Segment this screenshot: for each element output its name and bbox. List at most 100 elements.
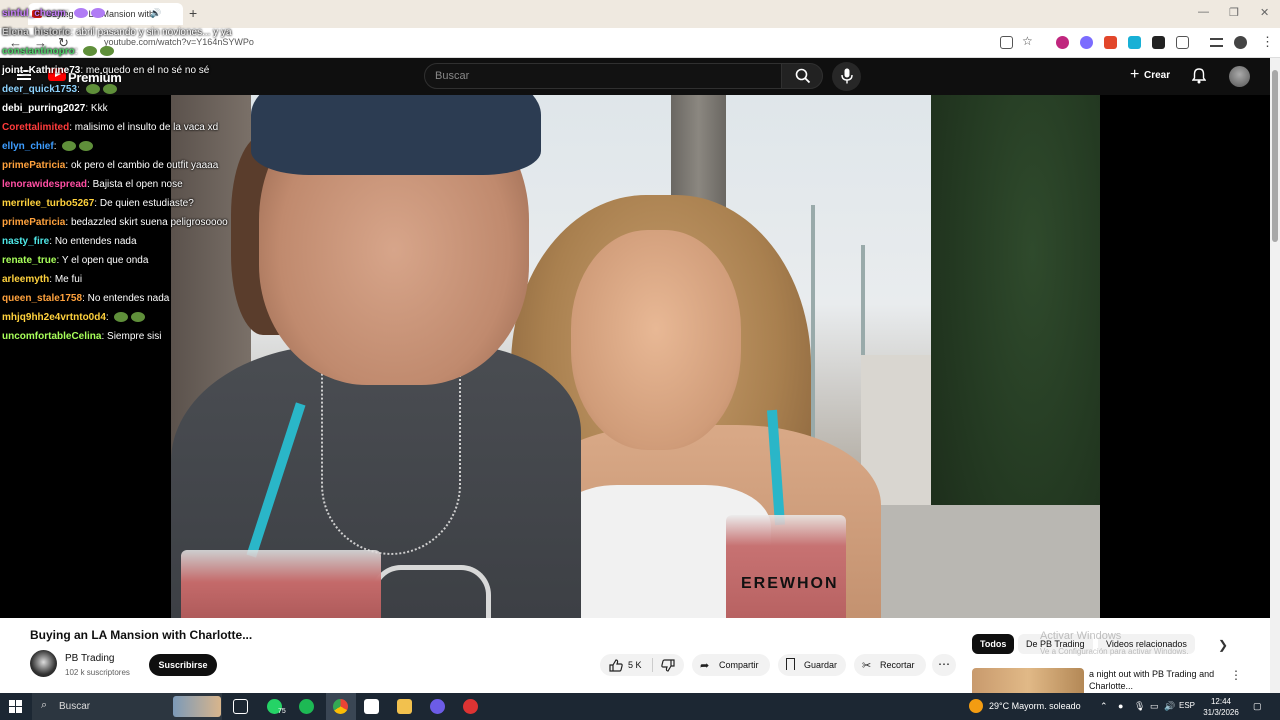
cup-label: EREWHON (741, 575, 839, 592)
filter-chip[interactable]: Todos (972, 634, 1015, 654)
chat-username[interactable]: arleemyth (2, 274, 49, 285)
chat-username[interactable]: Elena_historic (2, 27, 70, 38)
bookmark-star-icon[interactable]: ☆ (1022, 34, 1033, 48)
chat-message: merrilee_turbo5267: De quien estudiaste? (2, 198, 194, 209)
like-dislike-group: 5 K (600, 654, 684, 676)
windows-start-icon[interactable] (9, 700, 22, 713)
chat-message: uncomfortableCelina: Siempre sisi (2, 331, 162, 342)
chat-username[interactable]: primePatricia (2, 217, 65, 228)
chat-text: me quedo en el no sé no sé (85, 65, 210, 76)
recommendation-title[interactable]: a night out with PB Trading and Charlott… (1089, 668, 1229, 692)
windows-taskbar: ⌕ Buscar 75 29°C Mayorm. soleado ⌃ ● 🎙 ▭… (0, 693, 1280, 720)
extension-teal-icon[interactable] (1128, 36, 1141, 49)
chat-emote-icon (74, 8, 89, 19)
app-red-icon[interactable] (463, 699, 478, 714)
chat-username[interactable]: merrilee_turbo5267 (2, 198, 94, 209)
chat-username[interactable]: Corettalimited (2, 122, 69, 133)
chat-username[interactable]: renate_true (2, 255, 56, 266)
weather-sun-icon[interactable] (969, 699, 983, 713)
network-icon[interactable]: ▭ (1150, 701, 1159, 712)
maximize-icon[interactable]: ❐ (1229, 6, 1239, 19)
dislike-button[interactable] (661, 659, 675, 675)
recommendation-thumbnail[interactable] (972, 668, 1084, 693)
share-button[interactable]: ➦ Compartir (692, 654, 770, 676)
chat-username[interactable]: nasty_fire (2, 236, 49, 247)
taskbar-search-label: Buscar (59, 701, 91, 712)
chat-username[interactable]: constantinopro (2, 46, 75, 57)
recommendation-menu-icon[interactable]: ⋮ (1230, 668, 1242, 682)
voice-search-button[interactable] (832, 62, 861, 91)
search-button[interactable] (781, 63, 823, 89)
tray-apps-icon[interactable]: ● (1118, 701, 1123, 711)
tradingview-icon[interactable] (364, 699, 379, 714)
extension-dark-icon[interactable] (1152, 36, 1165, 49)
scrollbar-thumb[interactable] (1272, 70, 1278, 242)
chevron-right-icon[interactable]: ❯ (1218, 638, 1228, 652)
chat-username[interactable]: ellyn_chief (2, 141, 54, 152)
chat-text: No entendes nada (87, 293, 170, 304)
chat-username[interactable]: deer_quick1753 (2, 84, 77, 95)
tray-chevron-icon[interactable]: ⌃ (1100, 701, 1108, 712)
woman-face (571, 230, 741, 450)
create-button[interactable]: + Crear (1124, 64, 1176, 88)
chat-message: primePatricia: ok pero el cambio de outf… (2, 160, 219, 171)
weather-text[interactable]: 29°C Mayorm. soleado (989, 701, 1081, 711)
browser-menu-icon[interactable]: ⋮ (1261, 34, 1274, 50)
account-avatar[interactable] (1229, 66, 1250, 87)
page-scrollbar[interactable] (1270, 58, 1280, 693)
thumbs-down-icon (661, 659, 675, 672)
subscribe-button[interactable]: Suscribirse (149, 654, 217, 676)
divider (652, 658, 653, 672)
install-app-icon[interactable] (1000, 36, 1013, 49)
chat-username[interactable]: joint_Kathrine73 (2, 65, 80, 76)
chat-text: abril pasando y sin noviones... y ya (75, 27, 232, 38)
shirt-logo (371, 565, 491, 618)
channel-name[interactable]: PB Trading (65, 653, 114, 664)
clip-button[interactable]: ✂ Recortar (854, 654, 926, 676)
chrome-icon[interactable] (333, 699, 348, 714)
chat-text: Me fui (54, 274, 83, 285)
create-label: Crear (1144, 70, 1171, 81)
like-button[interactable] (609, 659, 623, 675)
notifications-icon[interactable]: ▢ (1253, 701, 1262, 712)
volume-icon[interactable]: 🔊 (1164, 701, 1175, 712)
chat-message: constantinopro: (2, 46, 115, 57)
chat-username[interactable]: uncomfortableCelina (2, 331, 101, 342)
close-window-icon[interactable]: ✕ (1260, 6, 1269, 19)
whatsapp-badge: 75 (278, 708, 286, 715)
chat-username[interactable]: queen_stale1758 (2, 293, 82, 304)
extension-shield-icon[interactable] (1056, 36, 1069, 49)
clock[interactable]: 12:44 31/3/2026 (1199, 696, 1243, 718)
chat-emote-icon (114, 312, 129, 323)
reading-list-icon[interactable] (1210, 38, 1223, 47)
search-icon: ⌕ (41, 699, 48, 711)
extensions-puzzle-icon[interactable] (1176, 36, 1189, 49)
chat-message: primePatricia: bedazzled skirt suena pel… (2, 217, 228, 228)
profile-avatar-icon[interactable] (1234, 36, 1247, 49)
search-highlight-image[interactable] (173, 696, 221, 717)
chat-text: No entendes nada (54, 236, 137, 247)
language-indicator[interactable]: ESP (1179, 701, 1195, 710)
more-actions-button[interactable]: ⋯ (932, 654, 956, 676)
save-button[interactable]: Guardar (778, 654, 846, 676)
file-explorer-icon[interactable] (397, 699, 412, 714)
chat-message: debi_purring2027: Kkk (2, 103, 108, 114)
notifications-bell-icon[interactable] (1192, 68, 1206, 84)
extension-metamask-icon[interactable] (1104, 36, 1117, 49)
chat-username[interactable]: sinful_cheam (2, 8, 66, 19)
discord-app-icon[interactable] (430, 699, 445, 714)
recommendations-panel: Todos De PB Trading Videos relacionados Ac… (960, 618, 1270, 693)
mic-tray-icon[interactable]: 🎙 (1134, 701, 1145, 712)
spotify-icon[interactable] (299, 699, 314, 714)
search-input[interactable]: Buscar (424, 63, 782, 89)
chat-username[interactable]: debi_purring2027 (2, 103, 85, 114)
video-frame[interactable]: EREWHON (171, 95, 1100, 618)
chat-username[interactable]: primePatricia (2, 160, 65, 171)
chat-message: Elena_historic: abril pasando y sin novi… (2, 27, 232, 38)
channel-avatar[interactable] (30, 650, 57, 677)
chat-username[interactable]: lenorawidespread (2, 179, 87, 190)
minimize-icon[interactable]: — (1198, 6, 1209, 18)
extension-purple-icon[interactable] (1080, 36, 1093, 49)
task-view-icon[interactable] (233, 699, 248, 714)
chat-username[interactable]: mhjq9hh2e4vrtnto0d4 (2, 312, 106, 323)
